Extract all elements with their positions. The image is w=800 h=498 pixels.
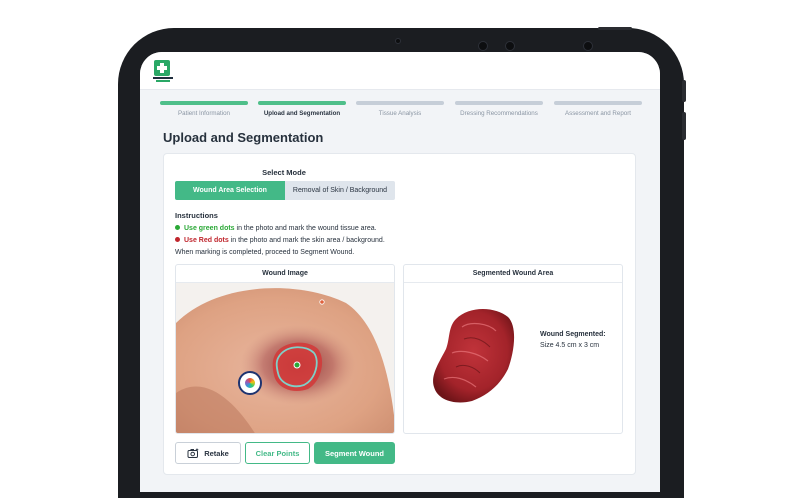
green-dot-icon <box>175 224 180 230</box>
instructions: Instructions Use green dots in the photo… <box>175 211 385 259</box>
top-bar <box>140 52 660 90</box>
segmented-wound-image <box>433 309 515 403</box>
tablet-side-button <box>682 80 686 102</box>
step-bar <box>258 101 346 105</box>
red-dot-icon <box>175 236 180 242</box>
mode-removal-skin-background[interactable]: Removal of Skin / Background <box>285 181 395 200</box>
red-dots-label: Use Red dots <box>184 237 229 244</box>
app-logo <box>153 60 173 82</box>
segmentation-card: Select Mode Wound Area Selection Removal… <box>163 153 636 475</box>
step-label: Patient Information <box>178 110 230 117</box>
retake-button[interactable]: Retake <box>175 442 241 464</box>
mode-toggle: Wound Area Selection Removal of Skin / B… <box>175 181 395 200</box>
wound-photo[interactable] <box>176 283 395 434</box>
step-upload-segmentation[interactable]: Upload and Segmentation <box>258 101 346 117</box>
wound-size: Size 4.5 cm x 3 cm <box>540 342 600 349</box>
segmented-wound-title: Segmented Wound Area <box>404 265 622 283</box>
step-bar <box>554 101 642 105</box>
green-dots-label: Use green dots <box>184 225 235 232</box>
instruction-text: in the photo and mark the skin area / ba… <box>228 237 385 244</box>
step-label: Dressing Recommendations <box>460 110 538 117</box>
clear-points-button[interactable]: Clear Points <box>245 442 310 464</box>
wound-image-panel: Wound Image <box>175 264 395 434</box>
step-label: Assessment and Report <box>564 110 632 117</box>
step-patient-information[interactable]: Patient Information <box>160 101 248 117</box>
segmentation-result: Wound Segmented: Size 4.5 cm x 3 cm <box>540 329 606 351</box>
select-mode-title: Select Mode <box>262 168 306 177</box>
step-dressing-recommendations[interactable]: Dressing Recommendations <box>455 101 543 117</box>
instruction-green: Use green dots in the photo and mark the… <box>175 223 385 235</box>
tablet-top-button <box>598 27 632 30</box>
page-title: Upload and Segmentation <box>163 130 324 145</box>
step-label: Upload and Segmentation <box>263 110 341 117</box>
segment-wound-button[interactable]: Segment Wound <box>314 442 395 464</box>
app-screen: Patient Information Upload and Segmentat… <box>140 52 660 492</box>
retake-label: Retake <box>204 448 229 458</box>
instruction-text: in the photo and mark the wound tissue a… <box>234 225 377 232</box>
front-camera-icon <box>395 38 401 44</box>
step-bar <box>160 101 248 105</box>
step-label: Tissue Analysis <box>378 110 422 117</box>
wound-image-title: Wound Image <box>176 265 394 283</box>
mode-wound-area-selection[interactable]: Wound Area Selection <box>175 181 285 200</box>
instruction-red: Use Red dots in the photo and mark the s… <box>175 235 385 247</box>
instruction-final: When marking is completed, proceed to Se… <box>175 249 355 256</box>
camera-sensor-icon <box>583 41 593 51</box>
segmented-status: Wound Segmented: <box>540 331 606 338</box>
instructions-title: Instructions <box>175 211 218 220</box>
camera-sensor-icon <box>478 41 488 51</box>
step-bar <box>356 101 444 105</box>
camera-sensor-icon <box>505 41 515 51</box>
step-tissue-analysis[interactable]: Tissue Analysis <box>356 101 444 117</box>
segmented-wound-panel: Segmented Wound Area Wound Segmented: Si… <box>403 264 623 434</box>
camera-icon <box>187 448 199 458</box>
step-assessment-report[interactable]: Assessment and Report <box>554 101 642 117</box>
tablet-side-button <box>682 112 686 140</box>
step-bar <box>455 101 543 105</box>
progress-stepper: Patient Information Upload and Segmentat… <box>160 101 642 121</box>
color-calibration-marker-icon <box>238 371 262 395</box>
